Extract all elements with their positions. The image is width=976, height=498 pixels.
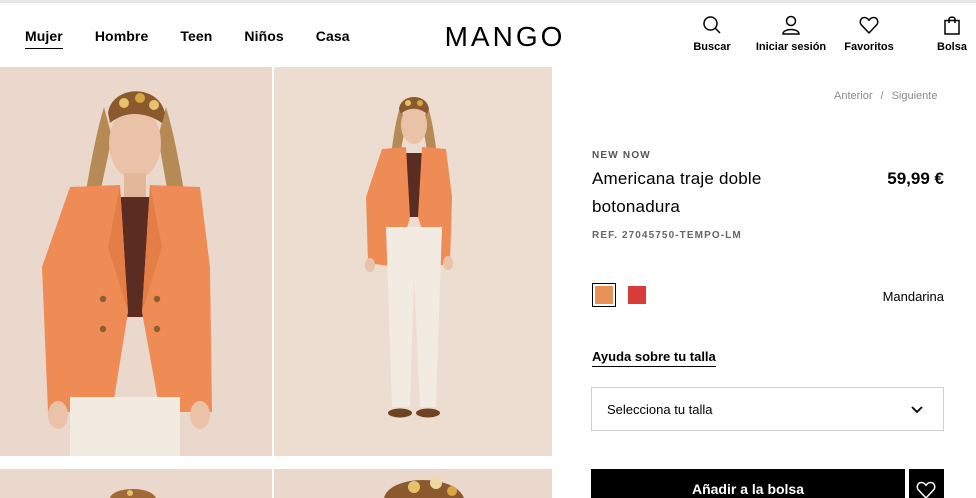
product-pager: Anterior / Siguiente [834, 90, 937, 102]
add-to-favorites-button[interactable] [909, 469, 944, 498]
user-icon [782, 15, 800, 35]
favorites-label: Favoritos [844, 41, 894, 53]
selected-color-name: Mandarina [882, 289, 944, 304]
search-icon [703, 16, 721, 34]
nav-item-hombre[interactable]: Hombre [95, 28, 149, 49]
product-image-2[interactable] [274, 67, 552, 456]
login-button[interactable]: Iniciar sesión [756, 15, 826, 53]
product-image-4[interactable] [274, 469, 552, 498]
add-to-bag-button[interactable]: Añadir a la bolsa [591, 469, 905, 498]
nav-item-casa[interactable]: Casa [316, 28, 350, 49]
login-label: Iniciar sesión [755, 41, 827, 53]
nav-item-teen[interactable]: Teen [180, 28, 212, 49]
color-swatch-red[interactable] [625, 283, 649, 307]
heart-icon [916, 481, 936, 498]
bag-icon [944, 16, 960, 35]
swatch-fill [628, 286, 646, 304]
product-price: 59,99 € [887, 169, 944, 188]
size-help-link[interactable]: Ayuda sobre tu talla [592, 349, 716, 367]
next-link[interactable]: Siguiente [892, 90, 938, 102]
color-swatch-mandarina[interactable] [592, 283, 616, 307]
model-scarf-illustration-2 [274, 469, 552, 498]
product-title: Americana traje doble botonadura [592, 169, 762, 216]
product-ref: REF. 27045750-TEMPO-LM [592, 230, 742, 241]
previous-link[interactable]: Anterior [834, 90, 873, 102]
nav-item-ninos[interactable]: Niños [244, 28, 283, 49]
search-label: Buscar [693, 41, 731, 53]
bag-label: Bolsa [937, 41, 967, 53]
bag-button[interactable]: Bolsa [932, 15, 972, 53]
pager-separator: / [880, 90, 884, 102]
product-image-1[interactable] [0, 67, 272, 456]
swatch-fill [595, 286, 613, 304]
model-fullbody-illustration [274, 67, 552, 456]
search-button[interactable]: Buscar [693, 15, 731, 53]
new-now-tag: NEW NOW [592, 150, 651, 161]
main-nav: Mujer Hombre Teen Niños Casa [25, 28, 382, 49]
logo-text: MANGO [445, 21, 566, 51]
favorites-button[interactable]: Favoritos [844, 15, 894, 53]
size-select-label: Selecciona tu talla [607, 402, 713, 417]
product-image-3[interactable] [0, 469, 272, 498]
model-closeup-illustration [0, 67, 272, 456]
nav-item-mujer[interactable]: Mujer [25, 28, 63, 49]
model-scarf-illustration-1 [0, 469, 272, 498]
heart-icon [859, 16, 879, 34]
mango-logo[interactable]: MANGO [434, 21, 576, 51]
site-header: Mujer Hombre Teen Niños Casa MANGO Busca… [0, 3, 976, 67]
chevron-down-icon [911, 406, 923, 414]
size-select[interactable]: Selecciona tu talla [591, 387, 944, 431]
